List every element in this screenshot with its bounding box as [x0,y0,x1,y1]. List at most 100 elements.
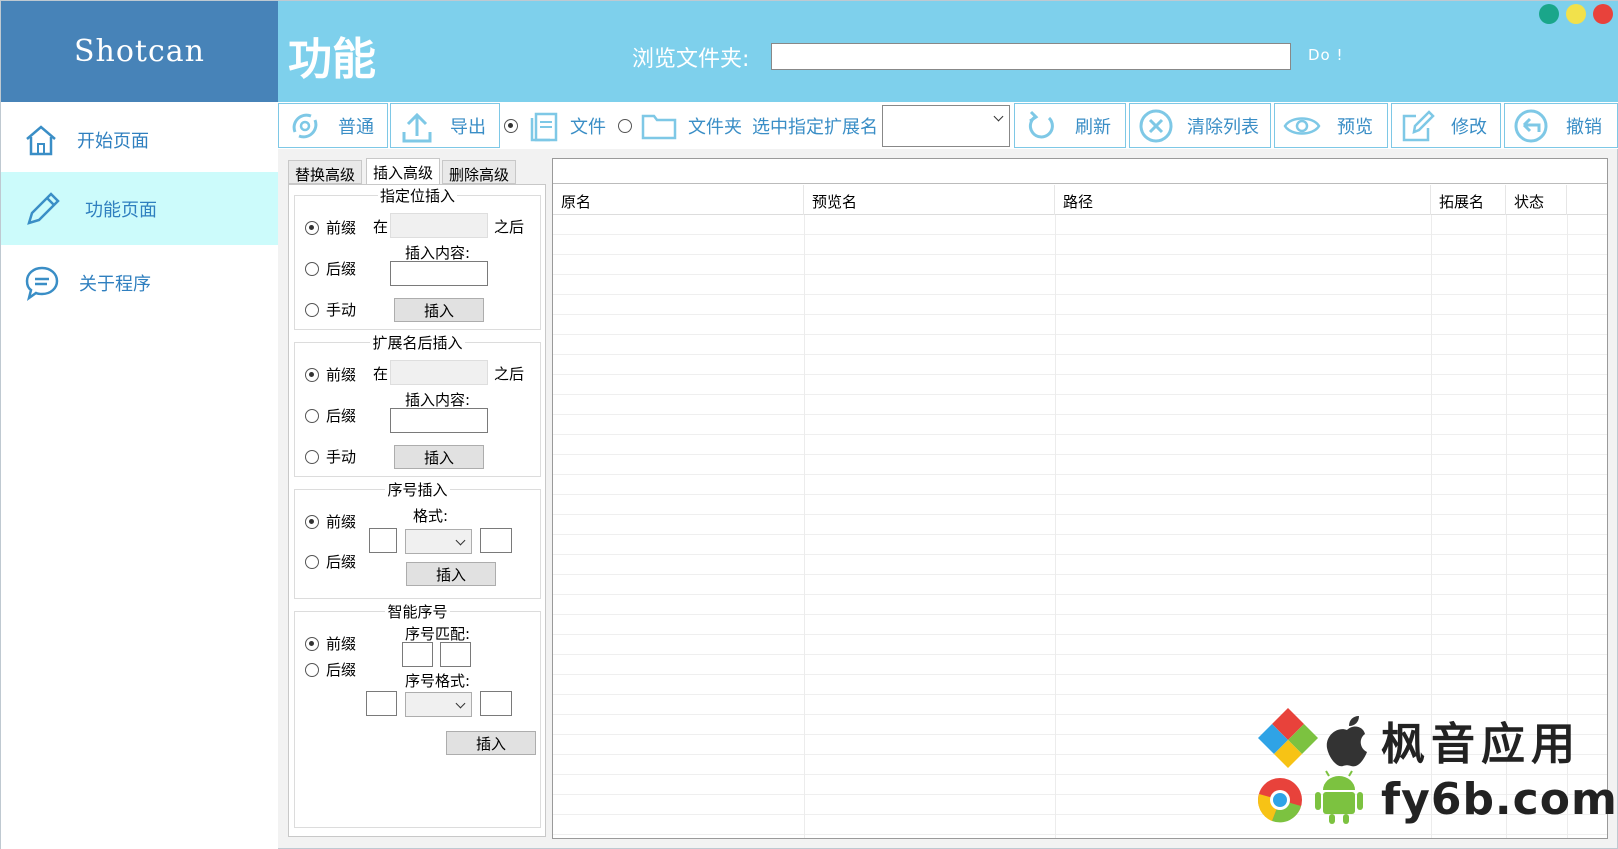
preview-label: 预览 [1337,116,1373,138]
clear-icon [1139,109,1173,142]
prefix-radio[interactable]: 前缀 [305,364,356,385]
format-suffix-input[interactable] [480,528,512,553]
folder-icon [641,114,677,139]
header: 功能 浏览文件夹: Do ! [278,1,1618,102]
sidebar-item-label: 功能页面 [85,199,157,221]
sidebar: 开始页面 功能页面 关于程序 [1,102,278,849]
folder-radio[interactable]: 文件夹 [618,103,742,148]
file-radio[interactable]: 文件 [504,103,606,148]
suffix-radio[interactable]: 后缀 [305,659,356,680]
column-header-status[interactable]: 状态 [1506,185,1567,215]
eye-icon [1283,116,1321,135]
manual-radio[interactable]: 手动 [305,446,356,467]
app-brand: Shotcan [1,1,278,102]
manual-radio[interactable]: 手动 [305,299,356,320]
position-input[interactable] [390,360,488,385]
sidebar-item-start[interactable]: 开始页面 [1,102,278,177]
browse-folder-label: 浏览文件夹: [632,47,750,72]
sidebar-item-label: 开始页面 [77,130,149,152]
insert-advanced-panel: 指定位插入 前缀 后缀 手动 在 之后 插入内容: 插入 扩展名后插入 前缀 后… [288,184,546,837]
tab-replace-advanced[interactable]: 替换高级 [288,160,363,184]
insert-button[interactable]: 插入 [446,731,536,755]
upload-icon [402,112,432,142]
app-window: Shotcan 开始页面 功能页面 关于程序 功能 浏览文件夹: Do ! 普通 [0,0,1618,849]
windows-logo-icon [1258,708,1318,768]
format-select[interactable] [405,692,472,717]
undo-icon [1514,109,1548,142]
folder-radio-label: 文件夹 [688,116,742,138]
format-prefix-input[interactable] [369,528,397,553]
sidebar-item-functions[interactable]: 功能页面 [1,172,278,245]
group-sequence-insert: 序号插入 前缀 后缀 格式: 插入 [294,481,541,599]
group-position-insert: 指定位插入 前缀 后缀 手动 在 之后 插入内容: 插入 [294,187,541,330]
position-input[interactable] [390,213,488,238]
format-prefix-input[interactable] [366,691,397,716]
suffix-radio[interactable]: 后缀 [305,551,356,572]
export-label: 导出 [450,116,486,138]
insert-content-label: 插入内容: [405,244,471,262]
table-header: 原名 预览名 路径 拓展名 状态 [553,185,1607,215]
after-label: 之后 [494,365,525,383]
modify-button[interactable]: 修改 [1391,103,1501,148]
maximize-button[interactable] [1566,4,1586,24]
clear-list-label: 清除列表 [1187,116,1259,138]
radio-indicator [618,118,632,133]
format-select[interactable] [405,529,472,554]
at-label: 在 [373,365,389,383]
match-end-input[interactable] [440,642,471,667]
watermark: 枫音应用 fy6b.com [1251,706,1617,836]
column-header-preview-name[interactable]: 预览名 [804,185,1055,215]
column-header-original-name[interactable]: 原名 [553,185,804,215]
prefix-radio[interactable]: 前缀 [305,511,356,532]
sidebar-item-label: 关于程序 [79,273,151,295]
home-icon [26,124,56,155]
refresh-button[interactable]: 刷新 [1014,103,1126,148]
extension-select[interactable] [882,105,1010,147]
prefix-radio[interactable]: 前缀 [305,633,356,654]
minimize-button[interactable] [1539,4,1559,24]
file-icon [530,112,558,141]
format-suffix-input[interactable] [480,691,512,716]
file-radio-label: 文件 [570,116,606,138]
format-label: 格式: [413,507,449,525]
refresh-label: 刷新 [1075,116,1111,138]
column-header-path[interactable]: 路径 [1055,185,1431,215]
suffix-radio[interactable]: 后缀 [305,258,356,279]
tab-insert-advanced[interactable]: 插入高级 [366,158,441,185]
insert-button[interactable]: 插入 [394,298,484,322]
clear-list-button[interactable]: 清除列表 [1129,103,1271,148]
sidebar-item-about[interactable]: 关于程序 [1,245,278,320]
apple-logo-icon [1326,716,1367,767]
insert-button[interactable]: 插入 [394,445,484,469]
watermark-url: fy6b.com [1381,774,1618,825]
tab-delete-advanced[interactable]: 删除高级 [442,160,517,184]
select-ext-label: 选中指定扩展名 [752,116,878,138]
match-label: 序号匹配: [405,625,471,643]
edit-icon [1402,109,1435,141]
insert-content-label: 插入内容: [405,391,471,409]
column-header-extension[interactable]: 拓展名 [1431,185,1506,215]
insert-button[interactable]: 插入 [406,562,496,586]
at-label: 在 [373,218,389,236]
seq-format-label: 序号格式: [405,672,471,690]
suffix-radio[interactable]: 后缀 [305,405,356,426]
insert-content-input[interactable] [390,261,488,286]
pencil-icon [27,191,60,225]
chrome-logo-icon [1258,778,1302,823]
after-label: 之后 [494,218,525,236]
group-extension-insert: 扩展名后插入 前缀 后缀 手动 在 之后 插入内容: 插入 [294,334,541,477]
group-title: 扩展名后插入 [370,334,465,352]
undo-button[interactable]: 撤销 [1504,103,1618,148]
swirl-icon [292,113,318,138]
table-toolbar [553,159,1607,184]
preview-button[interactable]: 预览 [1274,103,1388,148]
match-start-input[interactable] [402,642,433,667]
do-button[interactable]: Do ! [1308,46,1344,64]
insert-content-input[interactable] [390,408,488,433]
export-button[interactable]: 导出 [390,103,500,148]
normal-label: 普通 [338,116,374,138]
normal-button[interactable]: 普通 [278,103,388,148]
close-button[interactable] [1593,4,1613,24]
browse-folder-input[interactable] [771,43,1291,70]
prefix-radio[interactable]: 前缀 [305,217,356,238]
